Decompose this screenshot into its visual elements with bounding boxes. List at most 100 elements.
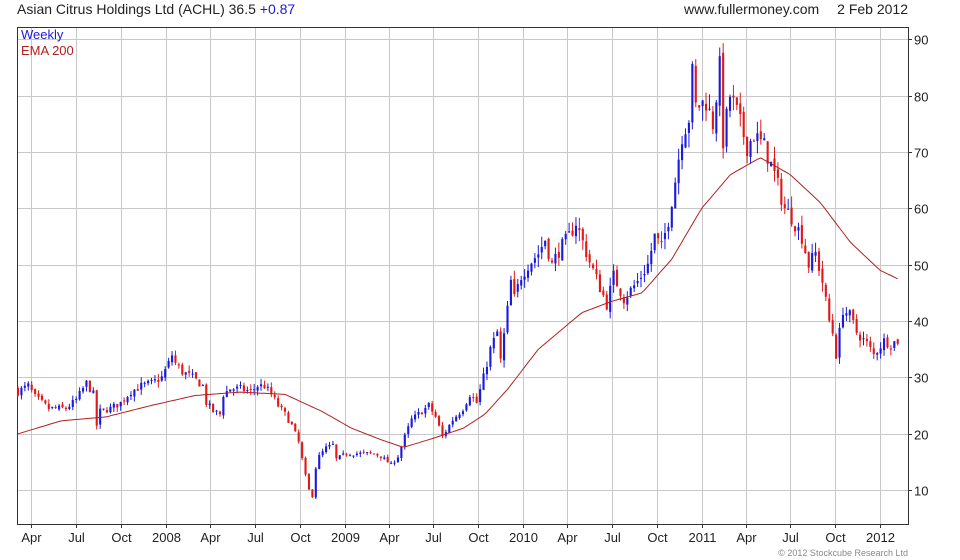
- candle-body: [728, 96, 732, 111]
- candle-body: [376, 453, 379, 456]
- candle-body: [400, 446, 403, 458]
- candle-body: [164, 369, 167, 378]
- candle-body: [427, 403, 430, 408]
- y-tick-label: 60: [914, 202, 928, 217]
- candle-body: [304, 458, 307, 475]
- x-tick-label: Oct: [647, 530, 668, 545]
- candle-body: [530, 263, 533, 272]
- candle-body: [763, 138, 766, 141]
- candle-body: [140, 382, 143, 390]
- candle-body: [537, 254, 540, 258]
- candle-body: [859, 334, 862, 341]
- candle-body: [259, 384, 263, 387]
- x-tick-label: 2011: [689, 530, 717, 545]
- candle-body: [51, 406, 54, 408]
- candle-body: [225, 391, 228, 397]
- candle-body: [831, 320, 834, 334]
- candle-body: [660, 241, 663, 243]
- candle-body: [578, 228, 581, 231]
- candle-body: [297, 432, 300, 442]
- candle-body: [492, 337, 495, 349]
- candle-body: [54, 406, 57, 409]
- candle-body: [64, 407, 67, 410]
- candle-body: [739, 103, 742, 115]
- candle-body: [814, 251, 817, 256]
- candle-body: [725, 108, 728, 147]
- plot-area-frame: [17, 27, 909, 525]
- candle-body: [509, 279, 512, 306]
- candle-body: [643, 273, 646, 276]
- candle-body: [239, 385, 242, 387]
- candle-body: [793, 226, 797, 232]
- x-tick-label: 2012: [866, 530, 895, 545]
- y-tick-label: 70: [914, 146, 928, 161]
- candle-body: [420, 412, 423, 415]
- candle-body: [455, 416, 458, 422]
- candle-body: [485, 366, 489, 375]
- candle-body: [379, 456, 382, 459]
- candle-body: [78, 391, 81, 400]
- candle-body: [523, 276, 526, 280]
- price-chart: 10 20 30 40 50 60 70 80 90 Apr Jul Oct 2008 Apr Jul Oc…: [16, 27, 928, 545]
- candle-body: [817, 251, 821, 271]
- candle-body: [496, 331, 499, 337]
- candle-body: [513, 279, 516, 295]
- x-tick-label: Oct: [111, 530, 132, 545]
- candle-body: [177, 364, 180, 366]
- candle-body: [465, 404, 468, 411]
- candle-body: [75, 399, 78, 401]
- candle-body: [561, 239, 564, 261]
- candle-body: [472, 397, 475, 399]
- candle-body: [133, 389, 136, 397]
- candle-body: [194, 372, 198, 379]
- ema-200-line: [17, 157, 898, 448]
- candle-body: [667, 226, 670, 232]
- x-tick-label: 2009: [331, 530, 360, 545]
- candle-body: [653, 233, 656, 251]
- candle-body: [242, 385, 245, 391]
- candle-body: [704, 103, 708, 111]
- candle-body: [475, 396, 478, 403]
- candle-body: [136, 389, 139, 391]
- y-axis: 10 20 30 40 50 60 70 80 90: [908, 33, 928, 499]
- candle-body: [81, 388, 85, 392]
- candle-body: [516, 284, 519, 292]
- candle-body: [105, 409, 109, 413]
- candle-body: [44, 400, 47, 404]
- candle-body: [756, 133, 759, 142]
- candle-body: [828, 298, 831, 321]
- legend-ema-200: EMA 200: [21, 43, 74, 58]
- candle-body: [650, 250, 653, 265]
- candle-body: [711, 111, 714, 130]
- candle-body: [352, 455, 355, 457]
- candle-body: [482, 373, 485, 390]
- candle-body: [383, 457, 386, 459]
- x-tick-label: Jul: [425, 530, 442, 545]
- candle-body: [335, 444, 338, 459]
- candle-body: [266, 386, 269, 388]
- candle-body: [270, 387, 273, 395]
- candle-body: [526, 270, 530, 278]
- x-tick-label: Apr: [21, 530, 42, 545]
- copyright-notice: © 2012 Stockcube Research Ltd: [778, 548, 908, 558]
- candle-body: [321, 451, 324, 456]
- candle-body: [876, 353, 879, 355]
- candle-body: [835, 334, 838, 359]
- candle-body: [328, 444, 331, 447]
- candle-body: [752, 140, 756, 142]
- candle-body: [184, 372, 187, 375]
- candle-body: [568, 231, 571, 233]
- candle-body: [544, 240, 547, 247]
- candle-body: [34, 389, 37, 395]
- candle-body: [47, 403, 50, 409]
- candle-body: [663, 232, 667, 240]
- candle-body: [393, 462, 396, 464]
- candle-body: [800, 225, 803, 244]
- candle-body: [249, 388, 252, 390]
- candle-body: [119, 401, 122, 407]
- candle-body: [489, 347, 492, 367]
- candle-body: [287, 412, 290, 423]
- candle-body: [355, 453, 358, 456]
- candle-body: [61, 404, 64, 408]
- candle-body: [749, 140, 752, 157]
